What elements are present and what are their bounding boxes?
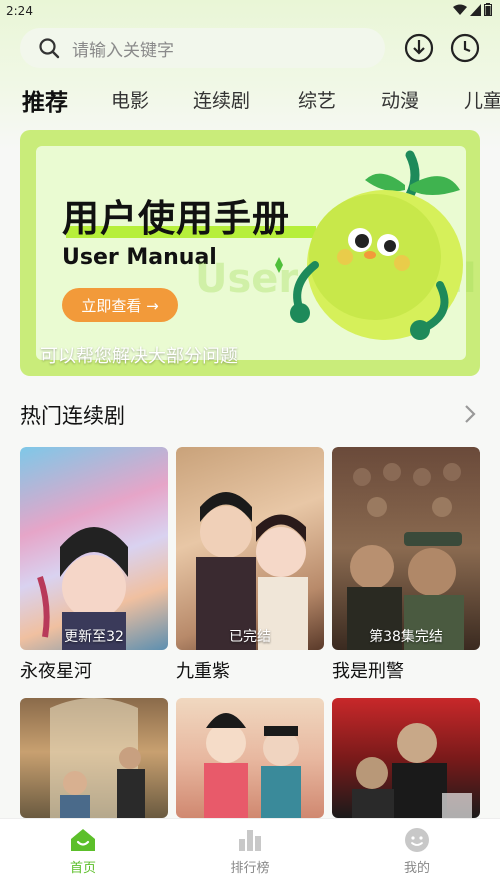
series-title: 我是刑警 bbox=[332, 661, 404, 682]
bar-chart-icon bbox=[239, 830, 261, 851]
series-title: 永夜星河 bbox=[20, 661, 92, 682]
poster-art bbox=[50, 698, 145, 818]
view-now-button[interactable]: 立即查看 → bbox=[62, 288, 178, 322]
home-icon bbox=[71, 829, 95, 851]
episode-badge: 第38集完结 bbox=[369, 629, 443, 645]
nav-label: 排行榜 bbox=[230, 861, 270, 876]
episode-badge: 已完结 bbox=[229, 629, 271, 645]
download-icon[interactable] bbox=[403, 32, 435, 64]
poster-art bbox=[352, 723, 472, 818]
poster-image: 第38集完结 bbox=[332, 447, 480, 650]
banner-user-manual[interactable]: 用户使用手册 User Manual User Manual 立即查看 → 可以… bbox=[20, 130, 480, 376]
banner-caption: 可以帮您解决大部分问题 bbox=[40, 346, 238, 367]
nav-mine[interactable]: 我的 bbox=[367, 827, 467, 876]
series-card[interactable]: 更新至32 永夜星河 bbox=[20, 447, 168, 687]
banner-title: 用户使用手册 bbox=[62, 197, 290, 240]
nav-label: 首页 bbox=[69, 861, 96, 876]
chevron-right-icon[interactable] bbox=[460, 402, 480, 426]
tab-kids[interactable]: 儿童 bbox=[464, 86, 500, 113]
status-icons bbox=[453, 3, 492, 16]
series-card-poster[interactable] bbox=[176, 698, 324, 818]
poster-art bbox=[196, 492, 308, 650]
tab-variety[interactable]: 综艺 bbox=[298, 86, 336, 113]
series-card[interactable]: 第38集完结 我是刑警 bbox=[332, 447, 480, 687]
tab-movies[interactable]: 电影 bbox=[111, 86, 149, 113]
wifi-icon bbox=[453, 4, 467, 15]
history-clock-icon[interactable] bbox=[449, 32, 481, 64]
status-bar: 2:24 bbox=[0, 0, 500, 22]
section-title-hot-series: 热门连续剧 bbox=[20, 404, 125, 428]
tab-recommend[interactable]: 推荐 bbox=[22, 83, 68, 117]
search-bar[interactable]: 请输入关键字 bbox=[20, 28, 385, 68]
battery-icon bbox=[484, 3, 492, 16]
poster-image: 更新至32 bbox=[20, 447, 168, 650]
series-title: 九重紫 bbox=[176, 661, 230, 682]
search-icon bbox=[39, 38, 60, 59]
episode-badge: 更新至32 bbox=[64, 629, 124, 645]
series-card-poster[interactable] bbox=[20, 698, 168, 818]
signal-icon bbox=[470, 3, 481, 16]
poster-art bbox=[204, 713, 301, 818]
search-input[interactable]: 请输入关键字 bbox=[72, 36, 174, 61]
poster-image: 已完结 bbox=[176, 447, 324, 650]
mascot-lemon-icon bbox=[275, 150, 463, 340]
poster-art bbox=[37, 527, 128, 650]
header-background bbox=[0, 0, 500, 150]
tab-series[interactable]: 连续剧 bbox=[193, 86, 250, 113]
series-card-poster[interactable] bbox=[332, 698, 480, 818]
series-card[interactable]: 已完结 九重紫 bbox=[176, 447, 324, 687]
category-tabs: 推荐 电影 连续剧 综艺 动漫 儿童 bbox=[0, 78, 500, 118]
tab-anime[interactable]: 动漫 bbox=[381, 86, 419, 113]
status-time: 2:24 bbox=[6, 4, 33, 18]
banner-subtitle: User Manual bbox=[62, 245, 217, 270]
poster-art bbox=[347, 463, 464, 650]
nav-label: 我的 bbox=[403, 861, 430, 876]
nav-home[interactable]: 首页 bbox=[33, 827, 133, 876]
bottom-navigation: 首页 排行榜 我的 bbox=[0, 818, 500, 888]
face-icon bbox=[405, 828, 429, 852]
nav-ranking[interactable]: 排行榜 bbox=[200, 827, 300, 876]
